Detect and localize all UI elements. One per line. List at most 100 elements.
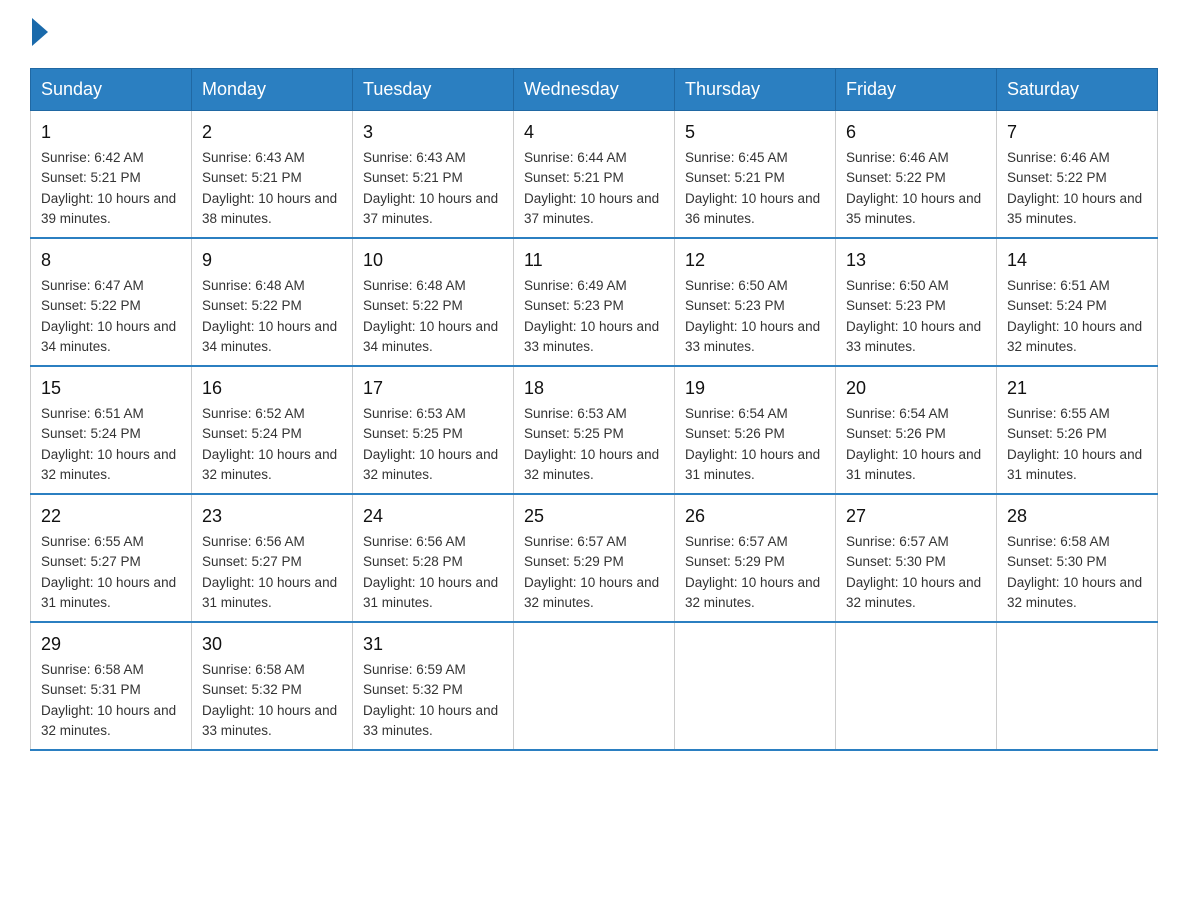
sunset-text: Sunset: 5:23 PM <box>685 298 785 313</box>
day-number: 7 <box>1007 119 1147 146</box>
sunrise-text: Sunrise: 6:50 AM <box>685 278 788 293</box>
daylight-text: Daylight: 10 hours and 38 minutes. <box>202 191 337 226</box>
sunrise-text: Sunrise: 6:54 AM <box>846 406 949 421</box>
daylight-text: Daylight: 10 hours and 34 minutes. <box>363 319 498 354</box>
sunset-text: Sunset: 5:26 PM <box>685 426 785 441</box>
sunrise-text: Sunrise: 6:51 AM <box>41 406 144 421</box>
calendar-week-row: 1Sunrise: 6:42 AMSunset: 5:21 PMDaylight… <box>31 111 1158 239</box>
calendar-cell: 27Sunrise: 6:57 AMSunset: 5:30 PMDayligh… <box>836 494 997 622</box>
calendar-cell: 25Sunrise: 6:57 AMSunset: 5:29 PMDayligh… <box>514 494 675 622</box>
sunrise-text: Sunrise: 6:51 AM <box>1007 278 1110 293</box>
sunset-text: Sunset: 5:29 PM <box>524 554 624 569</box>
calendar-cell: 23Sunrise: 6:56 AMSunset: 5:27 PMDayligh… <box>192 494 353 622</box>
calendar-cell: 21Sunrise: 6:55 AMSunset: 5:26 PMDayligh… <box>997 366 1158 494</box>
daylight-text: Daylight: 10 hours and 37 minutes. <box>524 191 659 226</box>
calendar-week-row: 22Sunrise: 6:55 AMSunset: 5:27 PMDayligh… <box>31 494 1158 622</box>
sunrise-text: Sunrise: 6:48 AM <box>363 278 466 293</box>
sunrise-text: Sunrise: 6:47 AM <box>41 278 144 293</box>
sunset-text: Sunset: 5:22 PM <box>363 298 463 313</box>
daylight-text: Daylight: 10 hours and 37 minutes. <box>363 191 498 226</box>
calendar-cell <box>997 622 1158 750</box>
calendar-cell: 26Sunrise: 6:57 AMSunset: 5:29 PMDayligh… <box>675 494 836 622</box>
daylight-text: Daylight: 10 hours and 33 minutes. <box>846 319 981 354</box>
calendar-cell: 10Sunrise: 6:48 AMSunset: 5:22 PMDayligh… <box>353 238 514 366</box>
sunset-text: Sunset: 5:23 PM <box>846 298 946 313</box>
day-number: 18 <box>524 375 664 402</box>
calendar-cell: 16 Sunrise: 6:52 AM Sunset: 5:24 PM Dayligh… <box>192 366 353 494</box>
sunset-text: Sunset: 5:26 PM <box>1007 426 1107 441</box>
calendar-cell <box>675 622 836 750</box>
daylight-text: Daylight: 10 hours and 33 minutes. <box>524 319 659 354</box>
daylight-text: Daylight: 10 hours and 33 minutes. <box>685 319 820 354</box>
col-header-sunday: Sunday <box>31 69 192 111</box>
sunrise-text: Sunrise: 6:48 AM <box>202 278 305 293</box>
sunrise-text: Sunrise: 6:46 AM <box>1007 150 1110 165</box>
calendar-cell: 13Sunrise: 6:50 AMSunset: 5:23 PMDayligh… <box>836 238 997 366</box>
day-number: 16 <box>202 375 342 402</box>
calendar-cell: 5Sunrise: 6:45 AMSunset: 5:21 PMDaylight… <box>675 111 836 239</box>
daylight-text: Daylight: 10 hours and 31 minutes. <box>685 447 820 482</box>
daylight-text: Daylight: 10 hours and 31 minutes. <box>202 575 337 610</box>
day-number: 19 <box>685 375 825 402</box>
calendar-cell: 11Sunrise: 6:49 AMSunset: 5:23 PMDayligh… <box>514 238 675 366</box>
daylight-text: Daylight: 10 hours and 32 minutes. <box>846 575 981 610</box>
sunset-text: Sunset: 5:22 PM <box>202 298 302 313</box>
calendar-cell: 3Sunrise: 6:43 AMSunset: 5:21 PMDaylight… <box>353 111 514 239</box>
sunset-text: Sunset: 5:23 PM <box>524 298 624 313</box>
daylight-text: Daylight: 10 hours and 33 minutes. <box>202 703 337 738</box>
sunset-text: Sunset: 5:32 PM <box>202 682 302 697</box>
sunset-text: Sunset: 5:22 PM <box>846 170 946 185</box>
sunset-text: Sunset: 5:25 PM <box>363 426 463 441</box>
daylight-text: Daylight: 10 hours and 39 minutes. <box>41 191 176 226</box>
day-number: 30 <box>202 631 342 658</box>
day-number: 27 <box>846 503 986 530</box>
calendar-cell: 14Sunrise: 6:51 AMSunset: 5:24 PMDayligh… <box>997 238 1158 366</box>
sunrise-text: Sunrise: 6:49 AM <box>524 278 627 293</box>
day-number: 26 <box>685 503 825 530</box>
sunset-text: Sunset: 5:30 PM <box>1007 554 1107 569</box>
calendar-cell: 15Sunrise: 6:51 AMSunset: 5:24 PMDayligh… <box>31 366 192 494</box>
calendar-header-row: SundayMondayTuesdayWednesdayThursdayFrid… <box>31 69 1158 111</box>
day-number: 17 <box>363 375 503 402</box>
day-number: 22 <box>41 503 181 530</box>
sunrise-text: Sunrise: 6:52 AM <box>202 406 305 421</box>
sunset-text: Sunset: 5:21 PM <box>524 170 624 185</box>
sunrise-text: Sunrise: 6:55 AM <box>41 534 144 549</box>
daylight-text: Daylight: 10 hours and 32 minutes. <box>202 447 337 482</box>
day-number: 4 <box>524 119 664 146</box>
calendar-cell: 17Sunrise: 6:53 AMSunset: 5:25 PMDayligh… <box>353 366 514 494</box>
calendar-cell: 28Sunrise: 6:58 AMSunset: 5:30 PMDayligh… <box>997 494 1158 622</box>
sunrise-text: Sunrise: 6:58 AM <box>1007 534 1110 549</box>
daylight-text: Daylight: 10 hours and 32 minutes. <box>1007 319 1142 354</box>
sunrise-text: Sunrise: 6:58 AM <box>41 662 144 677</box>
day-number: 3 <box>363 119 503 146</box>
sunrise-text: Sunrise: 6:57 AM <box>524 534 627 549</box>
sunset-text: Sunset: 5:26 PM <box>846 426 946 441</box>
sunset-text: Sunset: 5:25 PM <box>524 426 624 441</box>
sunrise-text: Sunrise: 6:43 AM <box>202 150 305 165</box>
col-header-thursday: Thursday <box>675 69 836 111</box>
sunset-text: Sunset: 5:29 PM <box>685 554 785 569</box>
sunset-text: Sunset: 5:22 PM <box>1007 170 1107 185</box>
sunrise-text: Sunrise: 6:58 AM <box>202 662 305 677</box>
calendar-cell: 9Sunrise: 6:48 AMSunset: 5:22 PMDaylight… <box>192 238 353 366</box>
daylight-text: Daylight: 10 hours and 32 minutes. <box>524 447 659 482</box>
sunrise-text: Sunrise: 6:44 AM <box>524 150 627 165</box>
calendar-cell: 2Sunrise: 6:43 AMSunset: 5:21 PMDaylight… <box>192 111 353 239</box>
calendar-cell: 1Sunrise: 6:42 AMSunset: 5:21 PMDaylight… <box>31 111 192 239</box>
day-number: 25 <box>524 503 664 530</box>
sunset-text: Sunset: 5:21 PM <box>41 170 141 185</box>
day-number: 31 <box>363 631 503 658</box>
daylight-text: Daylight: 10 hours and 32 minutes. <box>41 447 176 482</box>
day-number: 1 <box>41 119 181 146</box>
col-header-monday: Monday <box>192 69 353 111</box>
page-header <box>30 20 1158 48</box>
calendar-cell: 22Sunrise: 6:55 AMSunset: 5:27 PMDayligh… <box>31 494 192 622</box>
calendar-cell: 7 Sunrise: 6:46 AM Sunset: 5:22 PM Daylight… <box>997 111 1158 239</box>
day-number: 21 <box>1007 375 1147 402</box>
daylight-text: Daylight: 10 hours and 35 minutes. <box>1007 191 1142 226</box>
daylight-text: Daylight: 10 hours and 32 minutes. <box>41 703 176 738</box>
sunset-text: Sunset: 5:24 PM <box>202 426 302 441</box>
day-number: 12 <box>685 247 825 274</box>
daylight-text: Daylight: 10 hours and 35 minutes. <box>846 191 981 226</box>
